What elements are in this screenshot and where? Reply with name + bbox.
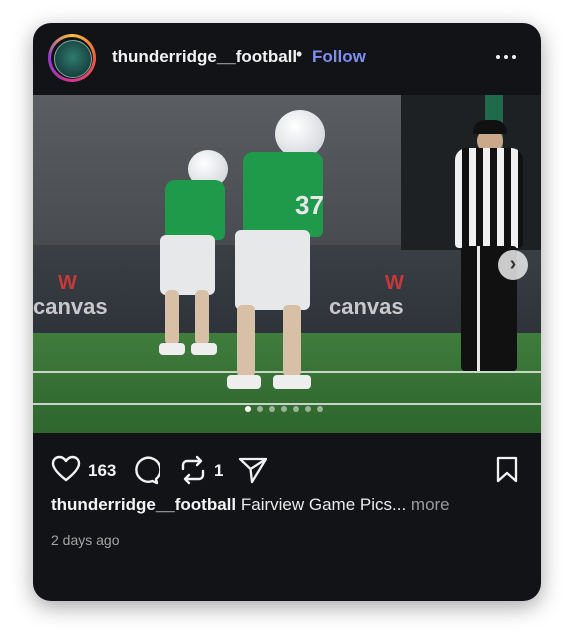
chevron-right-icon[interactable]: › xyxy=(498,250,528,280)
carousel-dot xyxy=(317,406,323,412)
bookmark-icon[interactable] xyxy=(495,456,519,484)
post-header: thunderridge__football • Follow xyxy=(33,23,541,95)
comment-icon[interactable] xyxy=(130,455,160,485)
caption-username[interactable]: thunderridge__football xyxy=(51,495,236,514)
carousel-dot xyxy=(257,406,263,412)
post-actions: 163 1 xyxy=(33,443,541,499)
follow-button[interactable]: Follow xyxy=(312,47,366,67)
banner-text-right: canvas xyxy=(329,294,404,319)
player-right: 37 xyxy=(213,110,333,400)
header-separator: • xyxy=(296,44,303,64)
post-timestamp: 2 days ago xyxy=(51,532,120,548)
post-photo[interactable]: W canvas W canvas 37 › xyxy=(33,95,541,433)
jersey-number: 37 xyxy=(295,190,324,220)
caption-text: Fairview Game Pics... xyxy=(240,495,407,514)
repost-icon[interactable] xyxy=(179,455,207,485)
post-username[interactable]: thunderridge__football xyxy=(112,47,297,67)
post-caption: thunderridge__football Fairview Game Pic… xyxy=(51,495,531,515)
heart-icon[interactable] xyxy=(51,455,81,483)
caption-more-link[interactable]: more xyxy=(411,495,450,514)
more-horizontal-icon[interactable] xyxy=(496,47,518,67)
avatar[interactable] xyxy=(48,34,96,82)
carousel-dot xyxy=(245,406,251,412)
carousel-dot xyxy=(305,406,311,412)
repost-count[interactable]: 1 xyxy=(214,461,223,481)
post-card: thunderridge__football • Follow W canvas… xyxy=(33,23,541,601)
banner-text-left: canvas xyxy=(33,294,108,319)
like-count[interactable]: 163 xyxy=(88,461,116,481)
carousel-dot xyxy=(281,406,287,412)
send-icon[interactable] xyxy=(238,456,268,484)
team-logo-icon xyxy=(54,40,92,78)
carousel-dot xyxy=(293,406,299,412)
carousel-dot xyxy=(269,406,275,412)
carousel-indicator xyxy=(245,406,335,414)
